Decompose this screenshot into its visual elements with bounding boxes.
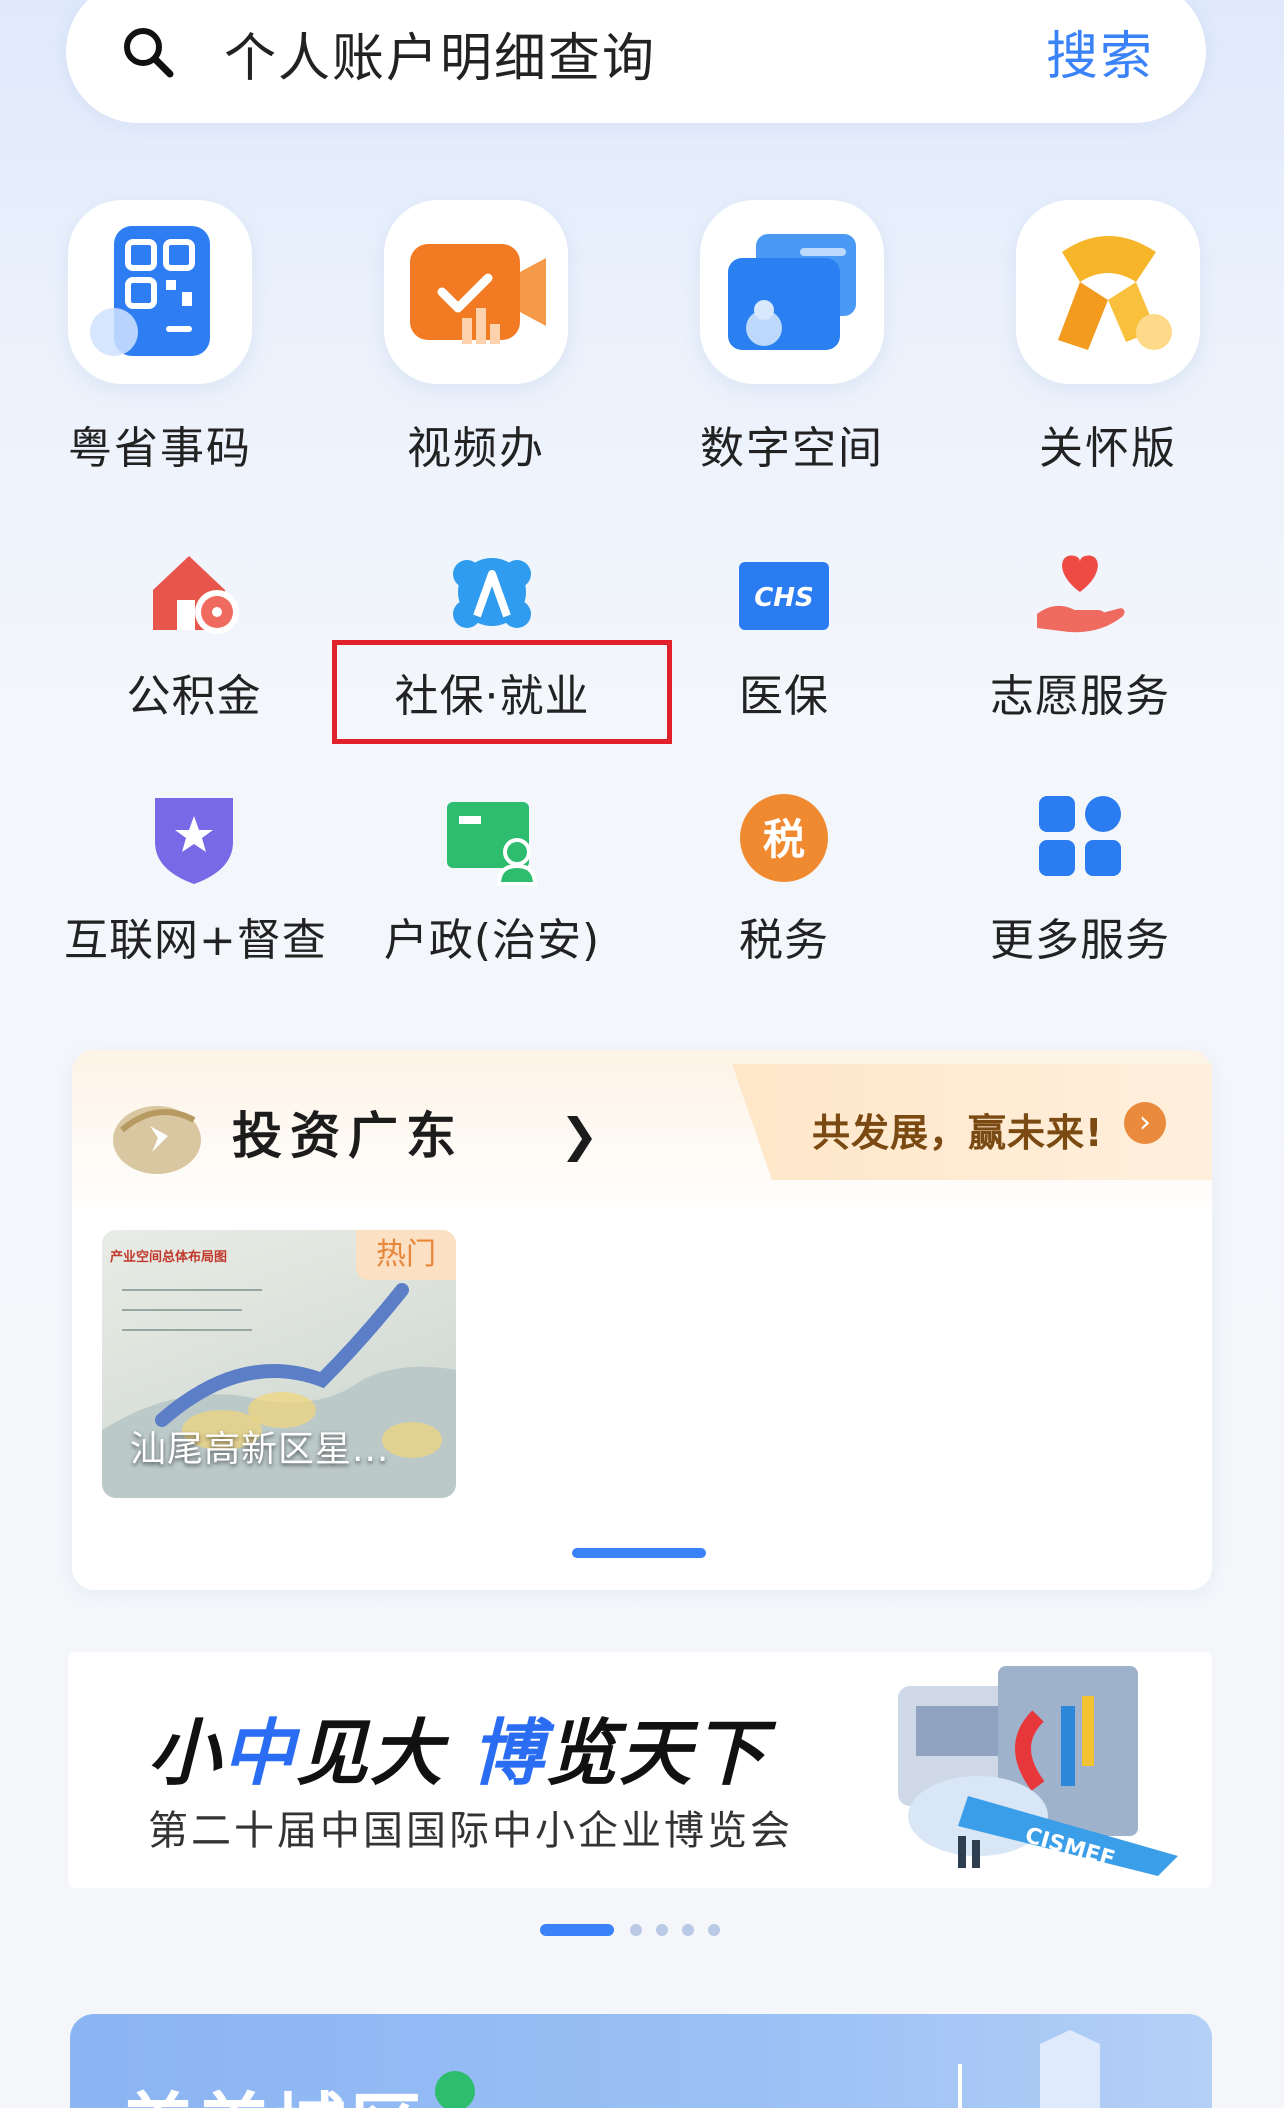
highlight-box	[332, 640, 672, 744]
social-security-icon	[437, 544, 547, 644]
app-label: 粤省事码	[68, 423, 252, 474]
service-label: 志愿服务	[990, 671, 1170, 722]
page-dot	[682, 1924, 694, 1936]
app-label: 关怀版	[1039, 423, 1177, 474]
arrow-circle-icon	[435, 2071, 475, 2108]
page-dot	[708, 1924, 720, 1936]
app-care-mode[interactable]: 关怀版	[988, 200, 1228, 490]
service-tax[interactable]: 税 税务	[654, 788, 914, 968]
thumbnail-caption: 汕尾高新区星...	[130, 1429, 390, 1470]
app-screen: 个人账户明细查询 搜索 粤省事码 视频办 数字空间 关怀版 公积金 社保·就业 …	[0, 0, 1284, 2108]
qr-code-icon	[68, 200, 252, 384]
service-label: 更多服务	[990, 915, 1170, 966]
service-label: 互联网+督查	[64, 915, 327, 966]
care-ribbon-icon	[1016, 200, 1200, 384]
service-label: 医保	[739, 671, 829, 722]
building-illustration-icon	[958, 2030, 1100, 2108]
expo-banner[interactable]: 小中见大 博览天下 第二十届中国国际中小企业博览会 CISMEF	[68, 1652, 1212, 1888]
service-household-registry[interactable]: 户政(治安)	[362, 788, 622, 968]
hot-tag: 热门	[356, 1230, 456, 1280]
beautiful-city-card[interactable]: 美美城区	[70, 2014, 1212, 2108]
invest-slogan[interactable]: 共发展，赢未来!	[812, 1102, 1103, 1157]
chs-badge-icon: CHS	[729, 544, 839, 644]
svg-text:CHS: CHS	[754, 583, 814, 613]
card-title: 美美城区	[122, 2068, 426, 2108]
invest-title[interactable]: 投资广东	[232, 1096, 464, 1168]
service-volunteer[interactable]: 志愿服务	[950, 544, 1210, 724]
service-medical-insurance[interactable]: CHS 医保	[654, 544, 914, 724]
arrow-right-icon[interactable]: ›	[1124, 1102, 1166, 1144]
headline-part-blue: 博	[471, 1711, 546, 1795]
service-label: 公积金	[126, 671, 262, 722]
invest-thumbnail[interactable]: 产业空间总体布局图 热门 汕尾高新区星...	[102, 1230, 456, 1498]
app-yueshengshi-code[interactable]: 粤省事码	[40, 200, 280, 490]
carousel-indicator	[572, 1548, 706, 1558]
headline-part-blue: 中	[222, 1711, 297, 1795]
service-label: 户政(治安)	[383, 915, 601, 966]
id-card-icon	[437, 788, 547, 888]
page-dot	[630, 1924, 642, 1936]
app-video-service[interactable]: 视频办	[356, 200, 596, 490]
search-icon	[124, 28, 174, 78]
housing-fund-icon	[139, 544, 249, 644]
service-housing-fund[interactable]: 公积金	[64, 544, 324, 724]
svg-text:税: 税	[763, 815, 805, 864]
tax-icon: 税	[729, 788, 839, 888]
heart-hand-icon	[1025, 544, 1135, 644]
search-input[interactable]: 个人账户明细查询	[224, 16, 656, 91]
chevron-right-icon[interactable]: ❯	[560, 1108, 599, 1162]
digital-wallet-icon	[700, 200, 884, 384]
app-label: 视频办	[407, 423, 545, 474]
service-label: 税务	[739, 915, 829, 966]
page-dot-active	[540, 1924, 614, 1936]
headline-part: 览天下	[545, 1711, 768, 1795]
headline-part: 见大	[296, 1711, 472, 1795]
grid-more-icon	[1025, 788, 1135, 888]
invest-logo-icon	[113, 1106, 201, 1174]
banner-headline: 小中见大 博览天下	[148, 1694, 767, 1799]
app-digital-space[interactable]: 数字空间	[672, 200, 912, 490]
banner-subtitle: 第二十届中国国际中小企业博览会	[148, 1808, 793, 1854]
invest-guangdong-card: 投资广东 ❯ 共发展，赢未来! › 产业空间总体布局图 热门 汕尾高新区星...	[72, 1050, 1212, 1590]
service-internet-supervision[interactable]: 互联网+督查	[64, 788, 327, 968]
page-dot	[656, 1924, 668, 1936]
search-bar[interactable]: 个人账户明细查询 搜索	[66, 0, 1206, 123]
search-button[interactable]: 搜索	[1046, 14, 1154, 89]
expo-illustration: CISMEF	[898, 1666, 1178, 1876]
app-label: 数字空间	[700, 423, 884, 474]
headline-part: 小	[148, 1711, 223, 1795]
shield-star-icon	[139, 788, 249, 888]
service-more[interactable]: 更多服务	[950, 788, 1210, 968]
video-camera-icon	[384, 200, 568, 384]
